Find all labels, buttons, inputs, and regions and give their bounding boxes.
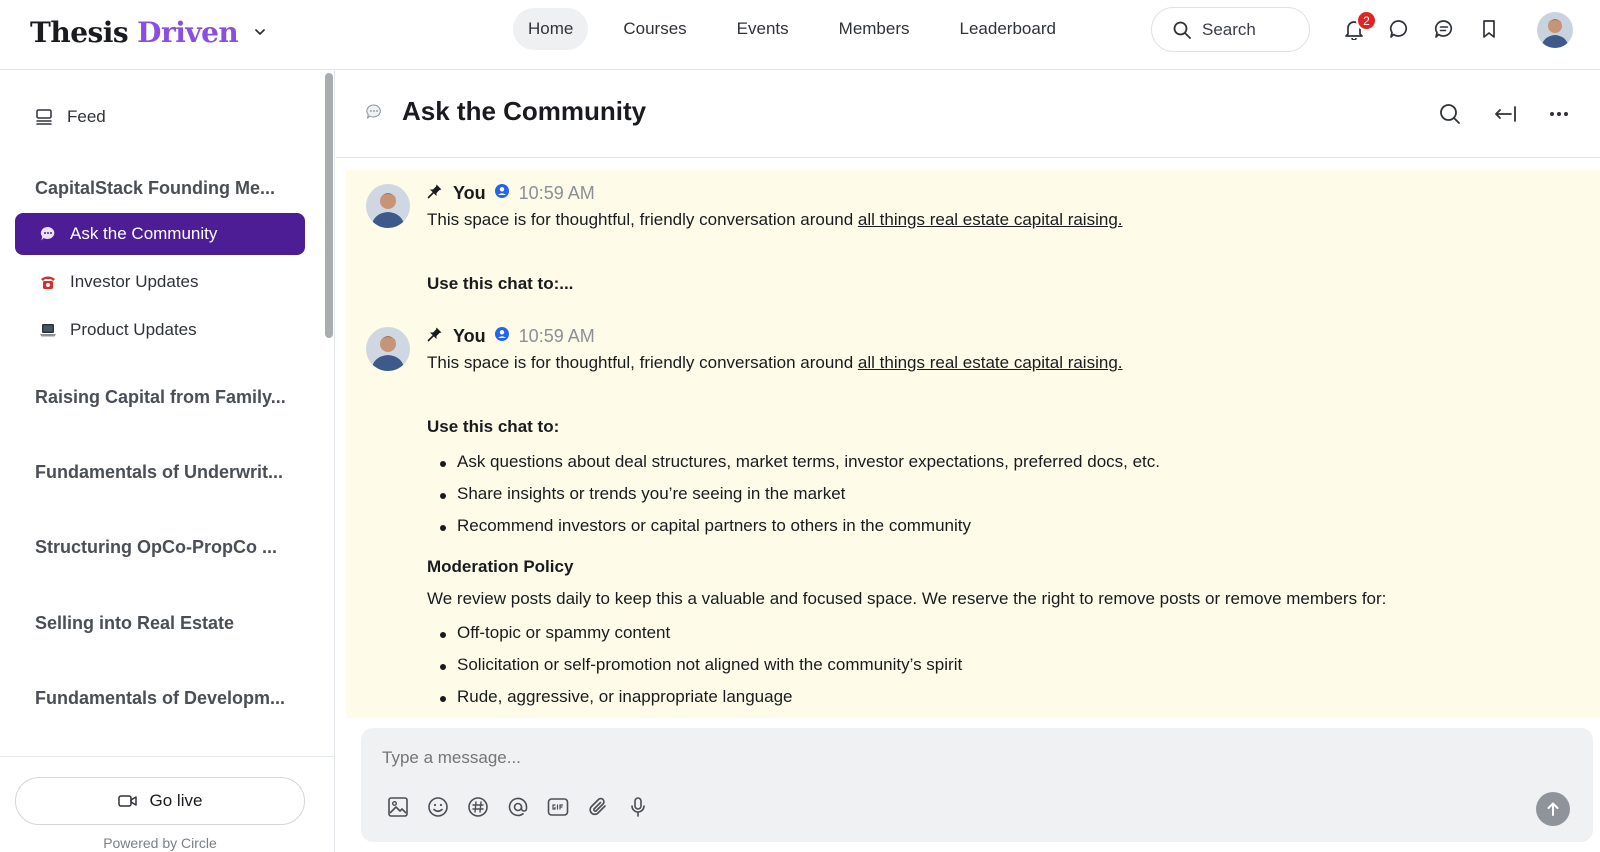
sidebar-item-label: Feed [67,107,106,126]
sidebar-item-label: Investor Updates [70,272,199,291]
collapse-panel-icon[interactable] [1489,98,1521,130]
message-intro-text: This space is for thoughtful, friendly c… [427,210,858,229]
sidebar-group-selling-real-estate[interactable]: Selling into Real Estate [35,613,234,634]
search-icon [1173,21,1191,39]
brand-logo[interactable]: Thesis Driven [30,12,270,52]
nav-members[interactable]: Members [824,8,925,50]
message-link[interactable]: all things real estate capital raising. [858,210,1123,229]
author-avatar[interactable] [366,184,410,228]
gif-icon[interactable] [544,793,572,821]
sidebar-scrollbar[interactable] [325,73,333,338]
messages-icon[interactable] [1430,15,1458,43]
main-nav: Home Courses Events Members Leaderboard [513,8,1091,50]
message-body: This space is for thoughtful, friendly c… [427,210,1123,230]
list-item: Recommend investors or capital partners … [439,516,972,535]
user-avatar[interactable] [1537,12,1573,48]
nav-home[interactable]: Home [513,8,589,50]
admin-badge-icon [494,326,510,347]
message-truncated-heading[interactable]: Use this chat to:... [427,274,573,294]
channel-header: Ask the Community [336,70,1600,158]
nav-courses[interactable]: Courses [608,8,701,50]
chat-bubble-icon [365,103,383,126]
video-camera-icon [117,795,137,807]
admin-badge-icon [494,183,510,204]
sidebar-footer: Go live Powered by Circle [0,756,334,852]
nav-leaderboard[interactable]: Leaderboard [945,8,1071,50]
send-button[interactable] [1536,792,1570,826]
sidebar-item-ask-the-community[interactable]: Ask the Community [15,213,305,255]
powered-by-label[interactable]: Powered by Circle [0,835,320,851]
bookmark-icon[interactable] [1475,15,1503,43]
chat-bubble-icon[interactable] [1385,15,1413,43]
list-item: Share insights or trends you’re seeing i… [439,484,846,503]
message-link[interactable]: all things real estate capital raising. [858,353,1123,372]
main-panel: Ask the Community You 10:59 AM This spac… [336,70,1600,852]
message-timestamp[interactable]: 10:59 AM [519,183,595,204]
brand-name-part1: Thesis [30,15,129,49]
telephone-icon [38,272,58,292]
search-button[interactable]: Search [1151,7,1310,52]
brand-name-part2: Driven [137,15,239,49]
search-icon[interactable] [1434,98,1466,130]
search-label: Search [1202,19,1256,39]
message-heading: Use this chat to: [427,417,560,436]
feed-icon [36,109,52,125]
nav-events[interactable]: Events [722,8,804,50]
emoji-icon[interactable] [424,793,452,821]
message-timestamp[interactable]: 10:59 AM [519,326,595,347]
sidebar-item-label: Ask the Community [70,224,218,243]
arrow-up-icon [1547,802,1559,816]
list-item: Off-topic or spammy content [439,623,671,642]
author-name[interactable]: You [453,183,486,204]
author-name[interactable]: You [453,326,486,347]
go-live-button[interactable]: Go live [15,777,305,825]
paperclip-icon[interactable] [584,793,612,821]
message-header: You 10:59 AM [427,326,595,347]
sidebar-group-development[interactable]: Fundamentals of Developm... [35,688,285,709]
message-header: You 10:59 AM [427,183,595,204]
chat-messages[interactable]: You 10:59 AM This space is for thoughtfu… [346,170,1600,718]
speech-bubble-icon [38,224,58,244]
list-item: Rude, aggressive, or inappropriate langu… [440,687,793,706]
message-intro-text: This space is for thoughtful, friendly c… [427,353,858,372]
sidebar-item-label: Product Updates [70,320,197,339]
top-bar: Thesis Driven Home Courses Events Member… [0,0,1600,70]
more-options-icon[interactable] [1543,98,1575,130]
sidebar-group-raising-capital[interactable]: Raising Capital from Family... [35,387,286,408]
sidebar-group-capitalstack[interactable]: CapitalStack Founding Me... [35,178,275,199]
sidebar-item-feed[interactable]: Feed [34,107,106,127]
microphone-icon[interactable] [624,793,652,821]
sidebar-group-opco-propco[interactable]: Structuring OpCo-PropCo ... [35,537,277,558]
image-icon[interactable] [384,793,412,821]
message-input[interactable] [382,748,1282,768]
message-composer [361,728,1593,842]
hashtag-icon[interactable] [464,793,492,821]
notification-badge: 2 [1356,10,1377,31]
sidebar-item-investor-updates[interactable]: Investor Updates [15,261,305,303]
laptop-icon [38,320,58,340]
sidebar: Feed CapitalStack Founding Me... Ask the… [0,70,335,852]
policy-heading: Moderation Policy [427,557,574,576]
mention-icon[interactable] [504,793,532,821]
message-body: This space is for thoughtful, friendly c… [427,353,1123,373]
pin-icon [427,183,443,204]
list-item: Solicitation or self-promotion not align… [439,655,963,674]
go-live-label: Go live [149,791,203,810]
page-title: Ask the Community [402,96,647,126]
sidebar-group-underwriting[interactable]: Fundamentals of Underwrit... [35,462,283,483]
policy-text: We review posts daily to keep this a val… [427,589,1387,608]
sidebar-item-product-updates[interactable]: Product Updates [15,309,305,351]
pin-icon [427,326,443,347]
list-item: Ask questions about deal structures, mar… [440,452,1160,471]
author-avatar[interactable] [366,327,410,371]
chevron-down-icon[interactable] [250,22,270,42]
